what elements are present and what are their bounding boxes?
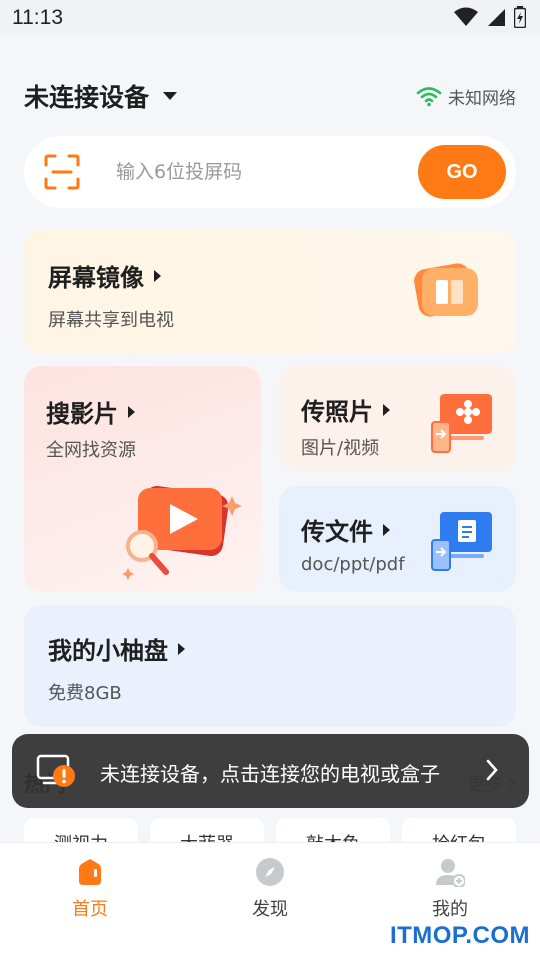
arrow-right-icon <box>154 269 161 282</box>
cast-code-input[interactable] <box>116 156 416 188</box>
search-movie-card[interactable]: 搜影片 全网找资源 <box>24 366 261 592</box>
status-icons <box>454 6 526 28</box>
tv-warning-icon <box>36 754 75 787</box>
tab-home[interactable]: 首页 <box>30 857 150 921</box>
send-file-subtitle: doc/ppt/pdf <box>301 554 405 575</box>
cloud-disk-title: 我的小柚盘 <box>48 637 168 665</box>
send-file-title: 传文件 <box>301 518 373 546</box>
arrow-right-icon <box>178 642 185 655</box>
device-title: 未连接设备 <box>24 83 150 112</box>
send-photo-subtitle: 图片/视频 <box>301 438 380 459</box>
cloud-disk-title-row: 我的小柚盘 <box>48 631 185 666</box>
go-button[interactable]: GO <box>418 145 506 199</box>
scan-icon[interactable] <box>44 154 80 190</box>
cast-code-bar: GO <box>24 136 516 208</box>
send-photo-title: 传照片 <box>301 398 373 426</box>
send-photo-card[interactable]: 传照片 图片/视频 <box>279 366 516 472</box>
discover-icon <box>256 858 284 886</box>
send-photo-title-row: 传照片 <box>301 392 390 427</box>
chevron-right-icon <box>486 759 498 781</box>
connect-device-toast[interactable]: 未连接设备，点击连接您的电视或盒子 <box>12 734 529 808</box>
screen-mirror-icon <box>414 263 478 317</box>
screen-mirror-subtitle: 屏幕共享到电视 <box>48 310 174 331</box>
arrow-right-icon <box>383 523 390 536</box>
video-search-icon <box>122 486 242 580</box>
caret-down-icon <box>163 92 178 100</box>
battery-icon <box>514 6 526 28</box>
home-icon <box>79 859 101 885</box>
send-file-card[interactable]: 传文件 doc/ppt/pdf <box>279 486 516 592</box>
toast-message: 未连接设备，点击连接您的电视或盒子 <box>100 762 440 786</box>
wifi-icon <box>416 87 442 107</box>
tab-home-label: 首页 <box>72 899 108 920</box>
arrow-right-icon <box>128 405 135 418</box>
tab-discover-label: 发现 <box>252 899 288 920</box>
status-bar: 11:13 <box>0 0 540 36</box>
signal-icon <box>488 9 505 26</box>
device-selector[interactable]: 未连接设备 <box>24 78 178 114</box>
arrow-right-icon <box>383 403 390 416</box>
status-time: 11:13 <box>12 6 63 29</box>
network-label: 未知网络 <box>448 88 516 109</box>
tab-discover[interactable]: 发现 <box>210 857 330 921</box>
screen-mirror-title-row: 屏幕镜像 <box>48 258 161 293</box>
photo-cast-icon <box>431 394 492 453</box>
search-movie-title: 搜影片 <box>46 400 118 428</box>
send-file-title-row: 传文件 <box>301 512 390 547</box>
search-movie-title-row: 搜影片 <box>46 394 135 429</box>
wifi-icon <box>454 7 478 26</box>
search-movie-subtitle: 全网找资源 <box>46 440 136 461</box>
screen-mirror-card[interactable]: 屏幕镜像 屏幕共享到电视 <box>24 230 516 354</box>
tab-profile-label: 我的 <box>432 899 468 920</box>
cloud-disk-card[interactable]: 我的小柚盘 免费8GB <box>24 605 516 727</box>
profile-icon <box>436 859 465 887</box>
screen-mirror-title: 屏幕镜像 <box>48 264 144 292</box>
network-status[interactable]: 未知网络 <box>416 84 516 109</box>
header: 未连接设备 未知网络 <box>24 78 516 114</box>
cloud-disk-subtitle: 免费8GB <box>48 683 122 704</box>
file-cast-icon <box>431 512 492 571</box>
tab-profile[interactable]: 我的 <box>390 857 510 921</box>
watermark: ITMOP.COM <box>389 922 530 949</box>
